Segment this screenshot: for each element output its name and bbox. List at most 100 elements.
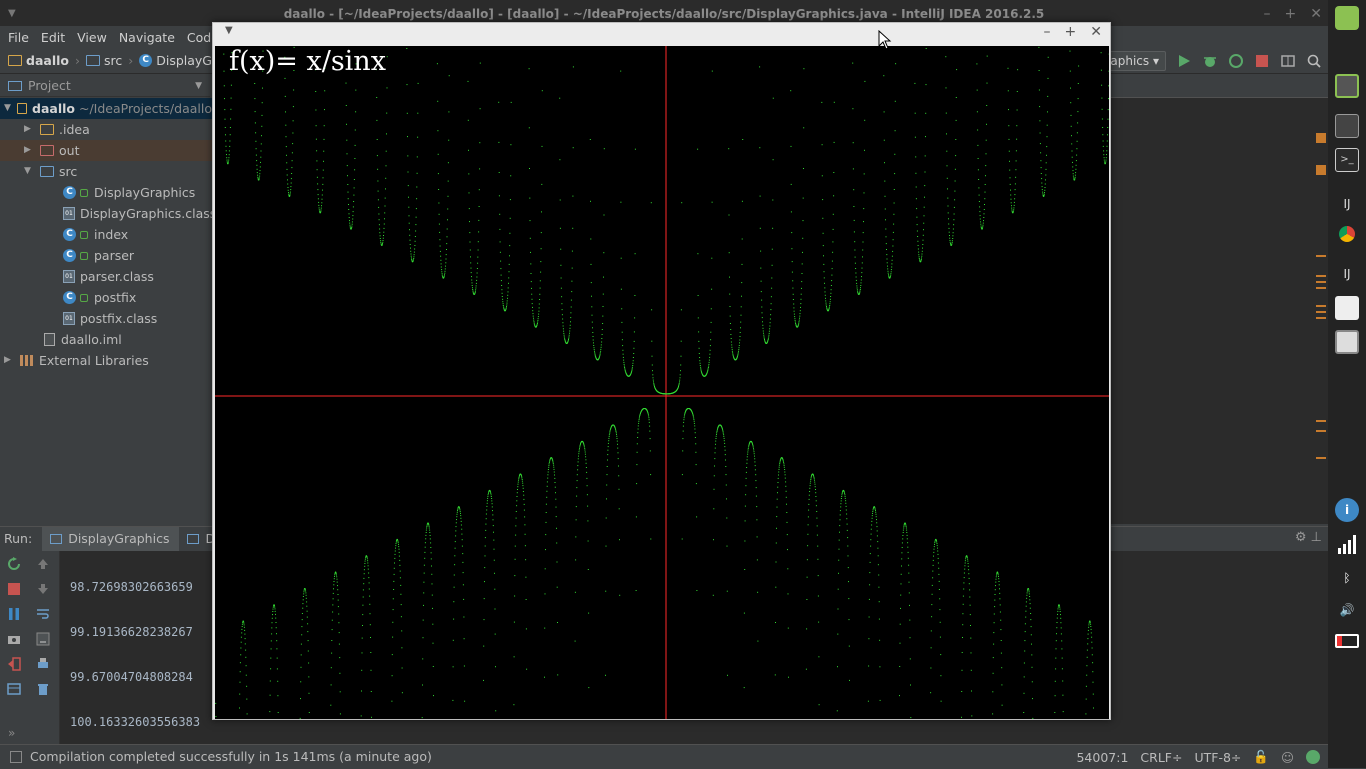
run-tab-displaygraphics[interactable]: DisplayGraphics bbox=[42, 527, 179, 551]
file-encoding[interactable]: UTF-8÷ bbox=[1194, 750, 1241, 765]
stop-icon[interactable] bbox=[1254, 53, 1270, 69]
stop-icon[interactable] bbox=[7, 582, 21, 596]
menu-edit[interactable]: Edit bbox=[35, 30, 71, 45]
tree-item-src[interactable]: ▼ src bbox=[24, 161, 77, 182]
lock-icon[interactable]: 🔓 bbox=[1253, 749, 1269, 765]
menu-icon[interactable] bbox=[1335, 6, 1359, 30]
tree-item-parser[interactable]: C parser bbox=[63, 245, 134, 266]
tree-item-daallo[interactable]: ▼ daallo ~/IdeaProjects/daallo bbox=[0, 98, 212, 119]
tool-windows-icon[interactable] bbox=[10, 751, 22, 763]
close-icon[interactable]: ✕ bbox=[1090, 24, 1102, 40]
line-separator[interactable]: CRLF÷ bbox=[1140, 750, 1182, 765]
chevron-down-icon[interactable]: ▼ bbox=[195, 81, 202, 91]
scroll-to-end-icon[interactable] bbox=[36, 632, 50, 646]
warning-marker[interactable] bbox=[1316, 305, 1326, 307]
terminal-icon[interactable]: >_ bbox=[1335, 148, 1359, 172]
graph-window: ▼ – + ✕ f(x)= x/sinx bbox=[212, 22, 1111, 720]
collapse-icon[interactable]: ▶ bbox=[24, 119, 34, 140]
application-icon bbox=[187, 534, 199, 544]
project-tree: ▼ daallo ~/IdeaProjects/daallo ▶ .idea ▶… bbox=[0, 98, 212, 524]
maximize-icon[interactable]: + bbox=[1065, 24, 1077, 40]
run-icon[interactable] bbox=[1176, 53, 1192, 69]
camera-icon[interactable] bbox=[7, 632, 21, 646]
menu-file[interactable]: File bbox=[2, 30, 35, 45]
tree-item-displaygraphics-class[interactable]: 01 DisplayGraphics.class bbox=[63, 203, 216, 224]
signal-icon[interactable] bbox=[1335, 532, 1359, 556]
tree-item-daallo-iml[interactable]: daallo.iml bbox=[44, 329, 122, 350]
pause-icon[interactable] bbox=[7, 607, 21, 621]
collapse-icon[interactable]: ▶ bbox=[24, 140, 34, 161]
breadcrumb-project[interactable]: daallo › bbox=[8, 53, 80, 68]
warning-marker[interactable] bbox=[1316, 133, 1326, 143]
exit-icon[interactable] bbox=[7, 657, 21, 671]
chrome-icon[interactable] bbox=[1339, 226, 1355, 242]
more-tools-icon[interactable]: » bbox=[8, 726, 15, 740]
rerun-icon[interactable] bbox=[7, 557, 21, 571]
warning-marker[interactable] bbox=[1316, 311, 1326, 313]
tree-item-index[interactable]: C index bbox=[63, 224, 128, 245]
project-structure-icon[interactable] bbox=[1280, 53, 1296, 69]
graph-window-titlebar[interactable]: ▼ – + ✕ bbox=[213, 23, 1110, 46]
app-icon[interactable] bbox=[1335, 330, 1359, 354]
app-icon[interactable] bbox=[1335, 296, 1359, 320]
graph-canvas: f(x)= x/sinx bbox=[215, 46, 1109, 719]
close-icon[interactable]: ✕ bbox=[1310, 0, 1322, 28]
window-menu-icon[interactable]: ▼ bbox=[225, 25, 233, 36]
excluded-folder-icon bbox=[40, 145, 54, 156]
intellij-icon[interactable]: IJ bbox=[1335, 192, 1359, 216]
warning-marker[interactable] bbox=[1316, 430, 1326, 432]
warning-marker[interactable] bbox=[1316, 287, 1326, 289]
breadcrumb-src[interactable]: src › bbox=[86, 53, 133, 68]
minimize-icon[interactable]: – bbox=[1044, 24, 1051, 40]
window-title: daallo - [~/IdeaProjects/daallo] - [daal… bbox=[284, 7, 1045, 21]
lock-icon bbox=[80, 294, 88, 302]
print-icon[interactable] bbox=[36, 657, 50, 671]
status-right: 54007:1 CRLF÷ UTF-8÷ 🔓 ☺ bbox=[1076, 745, 1320, 769]
hector-icon[interactable]: ☺ bbox=[1281, 750, 1294, 765]
warning-marker[interactable] bbox=[1316, 255, 1326, 257]
run-configuration-select[interactable]: aphics ▾ bbox=[1103, 51, 1166, 71]
caret-position[interactable]: 54007:1 bbox=[1076, 750, 1128, 765]
project-panel-header[interactable]: Project ▼ bbox=[0, 75, 210, 97]
collapse-icon[interactable]: ▶ bbox=[4, 350, 14, 371]
tree-item-displaygraphics[interactable]: C DisplayGraphics bbox=[63, 182, 195, 203]
tree-item-external-libraries[interactable]: ▶ External Libraries bbox=[4, 350, 149, 371]
warning-marker[interactable] bbox=[1316, 275, 1326, 277]
coverage-icon[interactable] bbox=[1228, 53, 1244, 69]
trash-icon[interactable] bbox=[36, 682, 50, 696]
gear-icon[interactable]: ⚙ ⊥ bbox=[1295, 530, 1322, 545]
warning-marker[interactable] bbox=[1316, 457, 1326, 459]
tree-item-idea[interactable]: ▶ .idea bbox=[24, 119, 90, 140]
intellij-icon[interactable]: IJ bbox=[1335, 262, 1359, 286]
info-icon[interactable]: i bbox=[1335, 498, 1359, 522]
app-icon[interactable] bbox=[1335, 74, 1359, 98]
warning-marker[interactable] bbox=[1316, 317, 1326, 319]
app-icon[interactable] bbox=[1335, 114, 1359, 138]
tree-item-postfix-class[interactable]: 01 postfix.class bbox=[63, 308, 157, 329]
expand-icon[interactable]: ▼ bbox=[24, 161, 34, 182]
tree-item-postfix[interactable]: C postfix bbox=[63, 287, 136, 308]
layout-icon[interactable] bbox=[7, 682, 21, 696]
warning-marker[interactable] bbox=[1316, 281, 1326, 283]
menu-view[interactable]: View bbox=[71, 30, 113, 45]
class-icon: C bbox=[63, 228, 76, 241]
maximize-icon[interactable]: + bbox=[1285, 0, 1297, 28]
debug-icon[interactable] bbox=[1202, 53, 1218, 69]
warning-marker[interactable] bbox=[1316, 420, 1326, 422]
bluetooth-icon[interactable]: ᛒ bbox=[1335, 566, 1359, 590]
status-message: Compilation completed successfully in 1s… bbox=[30, 749, 432, 764]
arrow-down-icon[interactable] bbox=[36, 582, 50, 596]
search-icon[interactable] bbox=[1306, 53, 1322, 69]
battery-icon[interactable] bbox=[1335, 634, 1359, 648]
volume-icon[interactable]: 🔊 bbox=[1335, 598, 1359, 622]
expand-icon[interactable]: ▼ bbox=[4, 98, 11, 119]
minimize-icon[interactable]: – bbox=[1264, 0, 1271, 28]
tree-item-parser-class[interactable]: 01 parser.class bbox=[63, 266, 154, 287]
menu-navigate[interactable]: Navigate bbox=[113, 30, 181, 45]
arrow-up-icon[interactable] bbox=[36, 557, 50, 571]
tree-item-out[interactable]: ▶ out bbox=[0, 140, 212, 161]
event-log-icon[interactable] bbox=[1306, 750, 1320, 764]
window-menu-icon[interactable]: ▼ bbox=[8, 0, 16, 28]
warning-marker[interactable] bbox=[1316, 165, 1326, 175]
soft-wrap-icon[interactable] bbox=[36, 607, 50, 621]
